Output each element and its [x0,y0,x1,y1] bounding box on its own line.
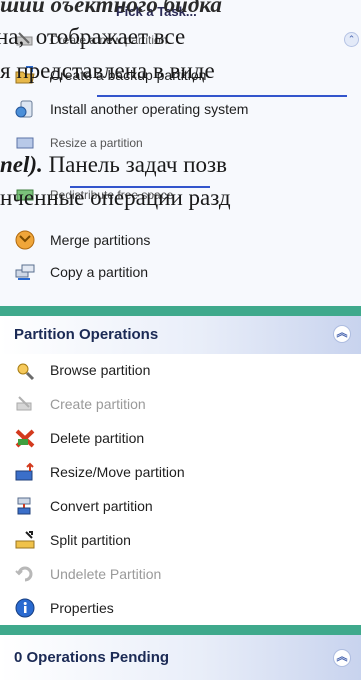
task-label: Merge partitions [50,232,151,248]
pick-task-group: Pick a Task... Create a new partition Cr… [0,0,361,306]
op-label: Undelete Partition [50,566,162,582]
op-label: Resize/Move partition [50,464,185,480]
task-label: Install another operating system [50,101,249,117]
task-install-os[interactable]: Install another operating system [14,97,248,121]
op-label: Browse partition [50,362,151,378]
op-label: Delete partition [50,430,145,446]
operations-pending-header[interactable]: 0 Operations Pending ︽ [0,635,361,680]
task-label: Create a backup partition [50,67,207,83]
backup-partition-icon [14,64,36,86]
browse-icon [14,359,36,381]
pick-task-title: Pick a Task... [116,4,197,19]
op-split-partition[interactable]: Split partition [14,528,131,552]
split-icon [14,529,36,551]
task-label: Create a new partition [50,33,168,47]
collapse-chevron-icon[interactable]: ⌃ [344,32,359,47]
op-label: Split partition [50,532,131,548]
op-delete-partition[interactable]: Delete partition [14,426,144,450]
resize-icon [14,132,36,154]
op-undelete-partition[interactable]: Undelete Partition [14,562,161,586]
partition-operations-header[interactable]: Partition Operations ︽ [0,316,361,354]
task-copy-partition[interactable]: Copy a partition [14,260,148,284]
collapse-chevron-icon[interactable]: ︽ [333,325,351,343]
task-merge-partitions[interactable]: Merge partitions [14,228,150,252]
partition-operations-title: Partition Operations [14,326,159,343]
op-create-partition[interactable]: Create partition [14,392,146,416]
task-label: Copy a partition [50,264,149,280]
task-label: Resize a partition [50,136,143,150]
op-convert-partition[interactable]: Convert partition [14,494,153,518]
op-label: Convert partition [50,498,153,514]
group-separator [0,625,361,635]
task-create-backup-partition[interactable]: Create a backup partition [14,63,206,87]
underline-decoration [70,186,210,188]
op-properties[interactable]: Properties [14,596,114,620]
task-create-new-partition[interactable]: Create a new partition [14,28,167,52]
create-partition-icon [14,29,36,51]
op-label: Create partition [50,396,146,412]
op-browse-partition[interactable]: Browse partition [14,358,150,382]
create-icon [14,393,36,415]
undelete-icon [14,563,36,585]
task-panel: Pick a Task... Create a new partition Cr… [0,0,361,680]
convert-icon [14,495,36,517]
install-os-icon [14,98,36,120]
task-resize-partition[interactable]: Resize a partition [14,131,143,155]
copy-icon [14,261,36,283]
underline-decoration [97,95,347,97]
operations-pending-title: 0 Operations Pending [14,649,170,666]
info-icon [14,597,36,619]
op-label: Properties [50,600,114,616]
collapse-chevron-icon[interactable]: ︽ [333,649,351,667]
task-label: Redistribute free space [50,188,174,202]
group-separator [0,306,361,316]
op-resize-move-partition[interactable]: Resize/Move partition [14,460,185,484]
delete-icon [14,427,36,449]
resize-move-icon [14,461,36,483]
merge-icon [14,229,36,251]
redistribute-icon [14,184,36,206]
